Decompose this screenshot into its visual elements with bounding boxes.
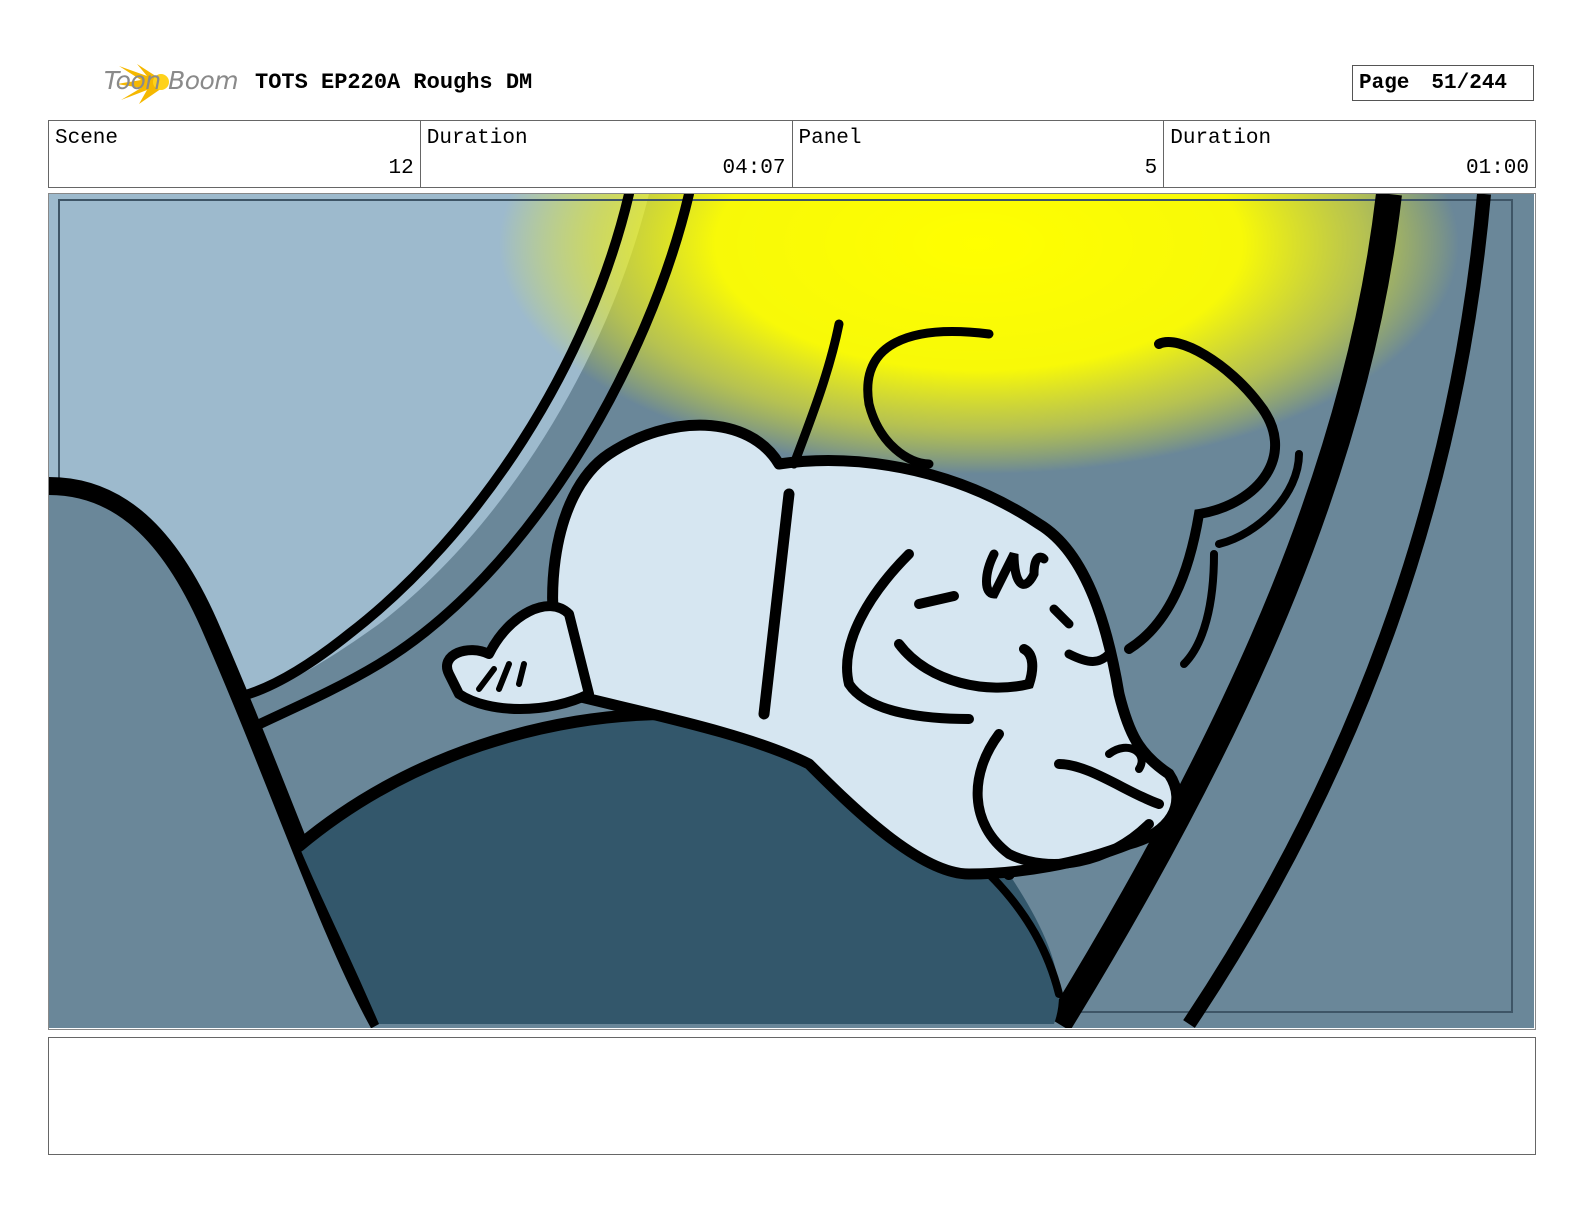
panel-cell: Panel 5 — [793, 121, 1165, 187]
page-indicator: Page 51/244 — [1352, 65, 1534, 101]
panel-notes — [48, 1037, 1536, 1155]
logo-text: Toon Boom — [104, 66, 239, 95]
panel-duration-cell: Duration 01:00 — [1164, 121, 1535, 187]
scene-label: Scene — [55, 127, 119, 150]
panel-value: 5 — [1144, 157, 1158, 180]
page-number: 51/244 — [1431, 71, 1508, 95]
document-title: TOTS EP220A Roughs DM — [255, 70, 533, 95]
panel-artwork — [49, 194, 1534, 1028]
page-label: Page — [1359, 71, 1410, 95]
panel-duration-value: 01:00 — [1465, 157, 1529, 180]
panel-info-table: Scene 12 Duration 04:07 Panel 5 Duration… — [48, 120, 1536, 188]
scene-cell: Scene 12 — [49, 121, 421, 187]
scene-duration-value: 04:07 — [722, 157, 786, 180]
scene-duration-label: Duration — [426, 127, 528, 150]
panel-label: Panel — [798, 127, 862, 150]
scene-duration-cell: Duration 04:07 — [421, 121, 793, 187]
scene-value: 12 — [388, 157, 414, 180]
storyboard-panel — [48, 193, 1536, 1030]
panel-duration-label: Duration — [1170, 127, 1272, 150]
